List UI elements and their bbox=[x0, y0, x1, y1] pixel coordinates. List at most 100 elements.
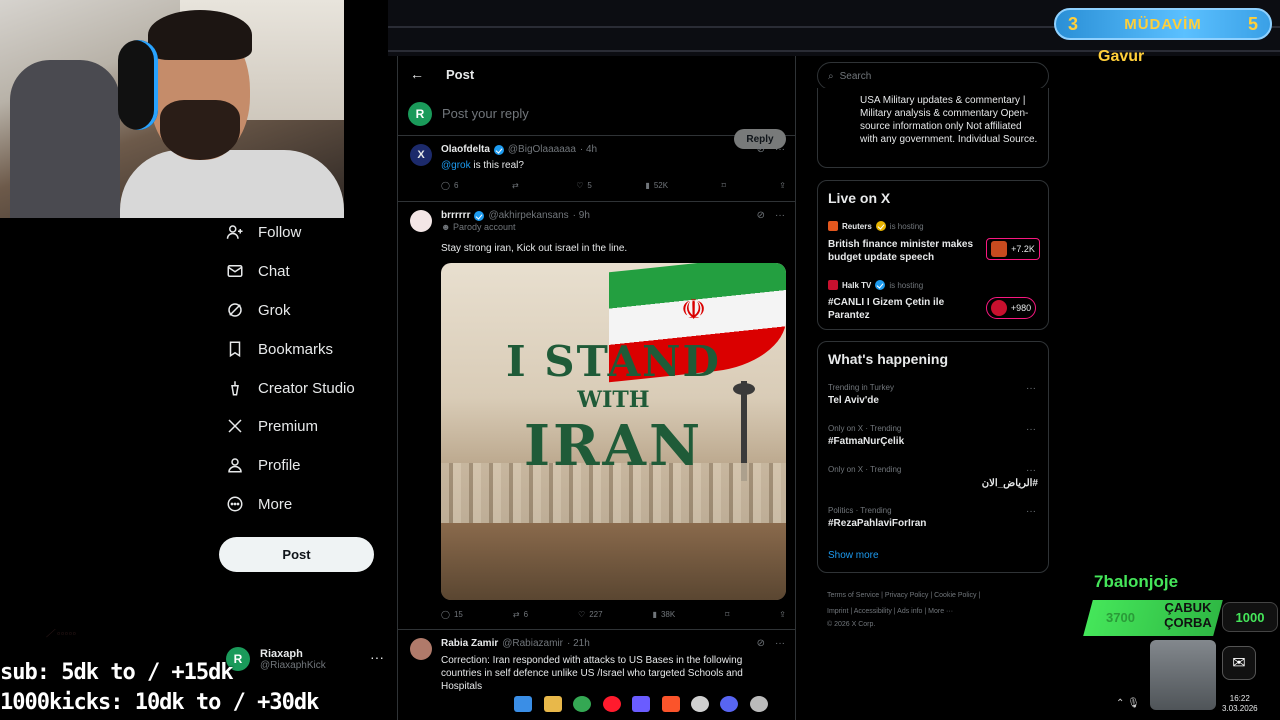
views-action[interactable]: ▮ 38K bbox=[653, 610, 676, 619]
nav-more[interactable]: More bbox=[226, 491, 292, 517]
tweet-actions: ◯ 15 ⇄ 6 ♡ 227 ▮ 38K ⌑ ⇪ bbox=[441, 610, 786, 619]
host-status: is hosting bbox=[889, 221, 924, 231]
tweet-image[interactable]: ☫ I STAND WITH IRAN bbox=[441, 263, 786, 600]
share-action[interactable]: ⇪ bbox=[779, 610, 786, 619]
more-dots-icon[interactable]: ··· bbox=[775, 144, 785, 155]
search-input[interactable]: ⌕ Search bbox=[817, 62, 1049, 90]
footer-line[interactable]: Imprint | Accessibility | Ads info | Mor… bbox=[827, 604, 1047, 620]
share-icon: ⇪ bbox=[779, 610, 786, 619]
avatar[interactable]: X bbox=[410, 144, 432, 166]
reply-input[interactable]: Post your reply bbox=[442, 106, 529, 121]
tweet-time[interactable]: · 21h bbox=[567, 638, 590, 649]
retweet-action[interactable]: ⇄ bbox=[512, 181, 523, 190]
mention-link[interactable]: @grok bbox=[441, 160, 471, 171]
author-name[interactable]: brrrrrr bbox=[441, 210, 470, 221]
account-menu-icon[interactable]: ··· bbox=[370, 649, 384, 665]
fortress-wall bbox=[441, 523, 786, 600]
live-host[interactable]: Halk TV is hosting bbox=[828, 280, 923, 290]
tweet-time[interactable]: · 9h bbox=[573, 210, 590, 221]
reply-action[interactable]: ◯ 6 bbox=[441, 181, 458, 190]
nav-follow[interactable]: Follow bbox=[226, 219, 301, 245]
live-title[interactable]: #CANLI I Gizem Çetin ile Parantez bbox=[828, 296, 988, 322]
author-name[interactable]: Olaofdelta bbox=[441, 144, 490, 155]
views-action[interactable]: ▮ 52K bbox=[645, 181, 668, 190]
grok-icon[interactable]: ⊘ bbox=[757, 638, 765, 649]
like-action[interactable]: ♡ 5 bbox=[576, 181, 592, 190]
live-title[interactable]: British finance minister makes budget up… bbox=[828, 238, 988, 264]
trend-name[interactable]: #الرياض_الان bbox=[982, 478, 1038, 489]
bookmark-icon bbox=[229, 341, 241, 358]
show-more-link[interactable]: Show more bbox=[828, 550, 879, 561]
retweet-action[interactable]: ⇄ 6 bbox=[513, 610, 528, 619]
author-handle[interactable]: @BigOlaaaaaa bbox=[508, 144, 576, 155]
live-host[interactable]: Reuters is hosting bbox=[828, 221, 924, 231]
bookmark-action[interactable]: ⌑ bbox=[722, 181, 726, 190]
search-placeholder: Search bbox=[839, 70, 872, 82]
windows-start-icon[interactable] bbox=[514, 696, 532, 712]
nav-chat[interactable]: Chat bbox=[226, 258, 290, 284]
more-dots-icon[interactable]: ··· bbox=[775, 638, 785, 649]
mudavim-label: MÜDAVİM bbox=[1124, 15, 1202, 33]
live-listeners[interactable]: +980 bbox=[986, 297, 1036, 319]
grok-icon[interactable]: ⊘ bbox=[757, 144, 765, 155]
parody-label: ☻ Parody account bbox=[441, 222, 516, 232]
reuters-logo-icon bbox=[828, 221, 838, 231]
trend-more-icon[interactable]: ··· bbox=[1026, 383, 1036, 394]
trend-name[interactable]: #RezaPahlaviForIran bbox=[828, 518, 926, 529]
trend-more-icon[interactable]: ··· bbox=[1026, 465, 1036, 476]
chatgpt-icon[interactable] bbox=[691, 696, 709, 712]
avatar[interactable] bbox=[410, 210, 432, 232]
tweet-time[interactable]: · 4h bbox=[580, 144, 597, 155]
author-handle[interactable]: @Rabiazamir bbox=[502, 638, 563, 649]
app-icon[interactable] bbox=[632, 696, 650, 712]
tweet[interactable]: brrrrrr @akhirpekansans · 9h ☻ Parody ac… bbox=[398, 202, 795, 630]
trend-name[interactable]: #FatmaNurÇelik bbox=[828, 436, 904, 447]
tweet-header: Rabia Zamir @Rabiazamir · 21h bbox=[441, 638, 590, 649]
back-arrow-icon[interactable]: ← bbox=[410, 66, 424, 82]
mail-icon[interactable]: ✉ bbox=[1222, 646, 1256, 680]
post-header: ← Post bbox=[398, 56, 795, 92]
nav-profile[interactable]: Profile bbox=[226, 452, 301, 478]
nav-bookmarks[interactable]: Bookmarks bbox=[226, 336, 333, 362]
file-explorer-icon[interactable] bbox=[544, 696, 562, 712]
brave-icon[interactable] bbox=[662, 696, 680, 712]
trend-more-icon[interactable]: ··· bbox=[1026, 424, 1036, 435]
post-button[interactable]: Post bbox=[219, 537, 374, 572]
author-handle[interactable]: @akhirpekansans bbox=[488, 210, 568, 221]
footer-line[interactable]: Terms of Service | Privacy Policy | Cook… bbox=[827, 588, 1047, 604]
reply-icon: ◯ bbox=[441, 181, 450, 190]
tweet[interactable]: X Olaofdelta @BigOlaaaaaa · 4h ⊘ ··· @gr… bbox=[398, 136, 795, 202]
author-name[interactable]: Rabia Zamir bbox=[441, 638, 498, 649]
live-listeners[interactable]: +7.2K bbox=[986, 238, 1040, 260]
nav-premium[interactable]: Premium bbox=[226, 413, 318, 439]
views-icon: ▮ bbox=[652, 610, 657, 619]
system-tray[interactable]: ⌃ 🎙 bbox=[1116, 698, 1140, 709]
bookmark-action[interactable]: ⌑ bbox=[725, 610, 729, 619]
trend-meta: Politics · Trending bbox=[828, 506, 892, 515]
host-name: Halk TV bbox=[842, 280, 872, 290]
opera-icon[interactable] bbox=[603, 696, 621, 712]
views-icon: ▮ bbox=[645, 181, 650, 190]
heart-icon: ♡ bbox=[578, 610, 586, 619]
discord-icon[interactable] bbox=[720, 696, 738, 712]
panel-title: What's happening bbox=[828, 351, 948, 367]
taskbar-clock[interactable]: 16:22 3.03.2026 bbox=[1222, 694, 1258, 714]
settings-icon[interactable] bbox=[750, 696, 768, 712]
trend-name[interactable]: Tel Aviv'de bbox=[828, 395, 879, 406]
nav-grok[interactable]: Grok bbox=[226, 297, 291, 323]
reply-action[interactable]: ◯ 15 bbox=[441, 610, 463, 619]
account-switcher[interactable]: R Riaxaph @RiaxaphKick ··· bbox=[226, 643, 386, 675]
like-action[interactable]: ♡ 227 bbox=[578, 610, 603, 619]
grok-icon[interactable]: ⊘ bbox=[757, 210, 765, 221]
chrome-icon[interactable] bbox=[573, 696, 591, 712]
mudavim-left-count: 3 bbox=[1068, 13, 1079, 34]
corba-text: ÇABUK ÇORBA bbox=[1164, 600, 1212, 630]
trend-more-icon[interactable]: ··· bbox=[1026, 506, 1036, 517]
tweet-actions: ◯ 6 ⇄ ♡ 5 ▮ 52K ⌑ ⇪ bbox=[441, 181, 786, 190]
avatar[interactable] bbox=[410, 638, 432, 660]
share-action[interactable]: ⇪ bbox=[779, 181, 786, 190]
reply-count: 15 bbox=[453, 610, 463, 619]
account-handle: @RiaxaphKick bbox=[260, 659, 326, 671]
more-dots-icon[interactable]: ··· bbox=[775, 210, 785, 221]
nav-creator-studio[interactable]: Creator Studio bbox=[226, 375, 355, 401]
